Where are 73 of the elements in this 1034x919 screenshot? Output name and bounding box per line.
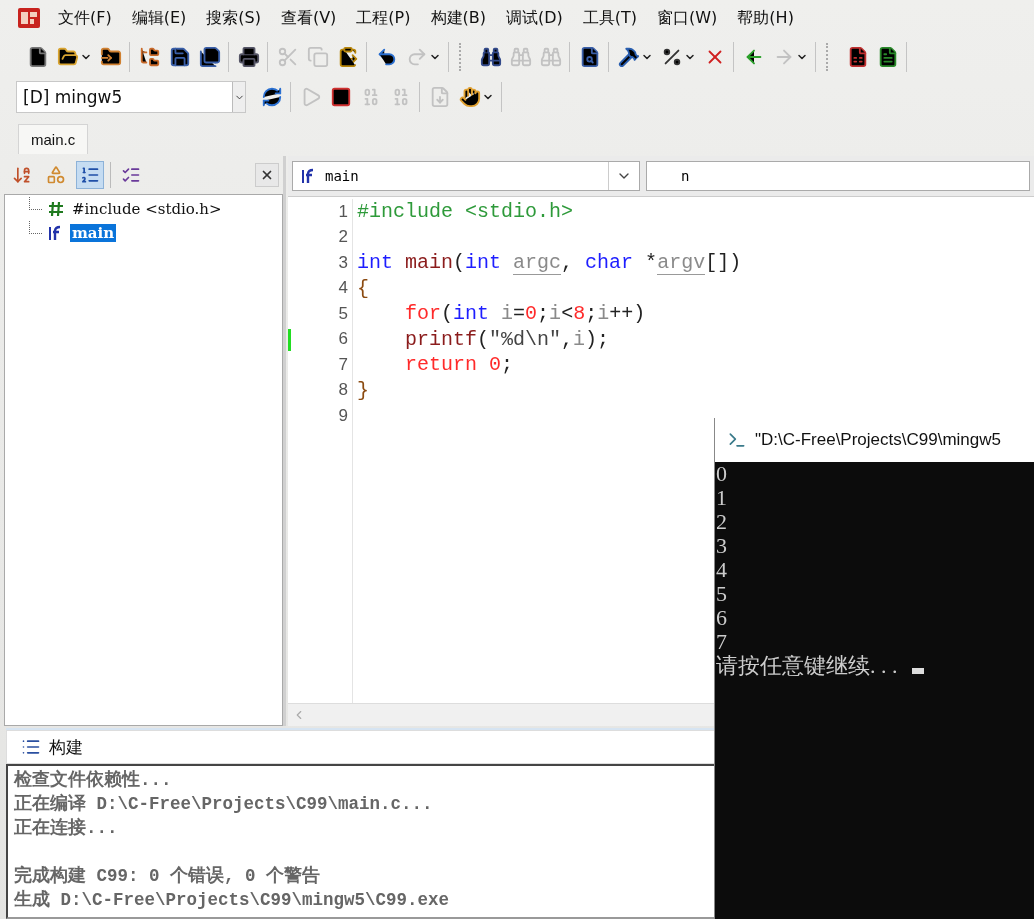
folder-icon[interactable] xyxy=(57,46,79,68)
menu-item[interactable]: 工程(P) xyxy=(354,5,413,31)
line-number: 2 xyxy=(337,226,349,249)
app-logo-icon xyxy=(18,8,40,28)
console-line: 6 xyxy=(716,606,728,630)
output-line: 生成 D:\C-Free\Projects\C99\mingw5\C99.exe xyxy=(14,888,451,912)
hand-icon[interactable] xyxy=(459,86,481,108)
line-number: 9 xyxy=(337,404,349,427)
code-line: } xyxy=(357,377,370,403)
menu-item[interactable]: 查看(V) xyxy=(278,5,339,31)
panel-title: 构建 xyxy=(49,735,83,759)
window-title: "D:\C-Free\Projects\C99\mingw5 xyxy=(755,430,1001,450)
paste-icon[interactable] xyxy=(337,46,359,68)
line-number: 3 xyxy=(337,251,349,274)
refresh-icon[interactable] xyxy=(261,86,283,108)
change-marker xyxy=(288,328,291,351)
code-line: for(int i=0;i<8;i++) xyxy=(404,301,647,327)
console-line: 7 xyxy=(716,630,728,654)
console-line: 4 xyxy=(716,558,728,582)
menu-item[interactable]: 窗口(W) xyxy=(655,5,720,31)
document-icon[interactable] xyxy=(877,46,899,68)
output-line: 检查文件依赖性... xyxy=(14,768,173,792)
menu-item[interactable]: 工具(T) xyxy=(580,5,640,31)
save-all-icon[interactable] xyxy=(199,46,221,68)
menu-item[interactable]: 搜索(S) xyxy=(204,5,263,31)
line-number: 8 xyxy=(337,379,349,402)
console-line: 2 xyxy=(716,510,728,534)
hammer-icon[interactable] xyxy=(618,46,640,68)
console-icon xyxy=(727,430,747,450)
stop-icon[interactable] xyxy=(330,86,352,108)
config-combo[interactable]: [D] mingw5 xyxy=(16,81,246,113)
output-line: 完成构建 C99: 0 个错误, 0 个警告 xyxy=(14,864,322,888)
tree-item[interactable]: #include <stdio.h> xyxy=(70,200,224,218)
console-line: 1 xyxy=(716,486,728,510)
output-line: 正在连接... xyxy=(14,816,119,840)
console-prompt: 请按任意键继续. . . xyxy=(716,654,898,678)
close-icon[interactable] xyxy=(260,168,274,182)
output-line: 正在编译 D:\C-Free\Projects\C99\main.c... xyxy=(14,792,434,816)
member-combo[interactable]: n xyxy=(646,161,1030,191)
file-tab[interactable]: main.c xyxy=(18,124,89,154)
console-line: 0 xyxy=(716,462,728,486)
tree-item[interactable]: main xyxy=(70,224,117,242)
menu-item[interactable]: 帮助(H) xyxy=(735,5,796,31)
menu-item[interactable]: 构建(B) xyxy=(428,5,488,31)
line-number: 5 xyxy=(337,302,349,325)
line-number: 1 xyxy=(337,200,349,223)
spreadsheet-icon[interactable] xyxy=(847,46,869,68)
percent-icon[interactable] xyxy=(661,46,683,68)
console-line: 5 xyxy=(716,582,728,606)
console-line: 3 xyxy=(716,534,728,558)
line-number: 7 xyxy=(337,353,349,376)
undo-icon[interactable] xyxy=(376,46,398,68)
code-line: { xyxy=(357,275,370,301)
line-number: 4 xyxy=(337,277,349,300)
new-file-icon[interactable] xyxy=(27,46,49,68)
code-line: #include <stdio.h> xyxy=(357,199,575,225)
save-icon[interactable] xyxy=(169,46,191,68)
hash-icon xyxy=(48,201,64,217)
printer-icon[interactable] xyxy=(238,46,260,68)
function-combo[interactable]: main xyxy=(292,161,640,191)
line-number: 6 xyxy=(288,326,352,352)
folder-arrow-icon[interactable] xyxy=(100,46,122,68)
menu-item[interactable]: 编辑(E) xyxy=(129,5,189,31)
menu-item[interactable]: 文件(F) xyxy=(56,5,114,31)
folder-tree-icon[interactable] xyxy=(139,46,161,68)
file-search-icon[interactable] xyxy=(579,46,601,68)
menu-item[interactable]: 调试(D) xyxy=(503,5,565,31)
binoculars-icon[interactable] xyxy=(480,46,502,68)
list-icon xyxy=(21,737,41,757)
code-line: printf("%d\n",i); xyxy=(404,326,611,352)
code-line: return 0; xyxy=(404,352,515,378)
close-button[interactable] xyxy=(255,163,279,187)
code-line: int main(int argc, char *argv[]) xyxy=(357,250,743,276)
